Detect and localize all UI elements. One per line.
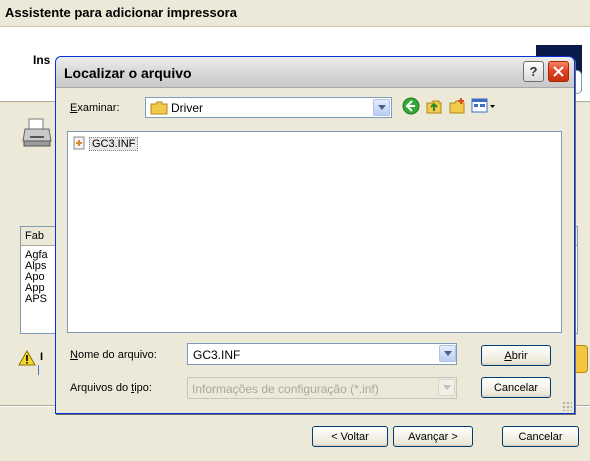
file-name: GC3.INF <box>89 137 139 151</box>
inf-file-icon <box>73 136 85 150</box>
resize-grip[interactable] <box>562 401 572 411</box>
dialog-cancel-button[interactable]: Cancelar <box>481 377 551 398</box>
next-button[interactable]: Avançar > <box>393 426 473 447</box>
printer-icon <box>22 118 52 147</box>
wizard-warning-text: I <box>40 351 44 363</box>
chevron-down-icon[interactable] <box>438 379 455 396</box>
filetype-label: Arquivos do tipo: <box>70 382 152 394</box>
view-menu-icon[interactable] <box>471 97 497 115</box>
locate-file-dialog: Localizar o arquivo ? Examinar: Driver G… <box>55 56 575 414</box>
filename-field[interactable]: GC3.INF <box>187 343 457 365</box>
look-in-combo[interactable]: Driver <box>145 97 392 118</box>
dialog-title: Localizar o arquivo <box>64 65 192 81</box>
filename-dropdown[interactable] <box>439 343 457 365</box>
manufacturer-header-label: Fab <box>25 230 44 242</box>
filetype-value: Informações de configuração (*.inf) <box>192 382 379 396</box>
new-folder-icon[interactable] <box>448 97 466 115</box>
filename-label-rest: ome do arquivo: <box>77 349 157 361</box>
close-icon <box>553 66 564 77</box>
back-arrow-icon[interactable] <box>402 97 420 115</box>
dialog-titlebar[interactable]: Localizar o arquivo ? <box>56 57 574 88</box>
warning-icon <box>18 350 36 366</box>
open-button[interactable]: Abrir <box>481 345 551 366</box>
back-button[interactable]: < Voltar <box>312 426 388 447</box>
wizard-title: Assistente para adicionar impressora <box>5 5 237 20</box>
filetype-combo[interactable]: Informações de configuração (*.inf) <box>187 377 457 399</box>
filetype-label-rest: ipo: <box>134 382 152 394</box>
help-button[interactable]: ? <box>523 61 544 82</box>
close-button[interactable] <box>548 61 569 82</box>
chevron-down-icon[interactable] <box>439 345 456 362</box>
wizard-cancel-button[interactable]: Cancelar <box>502 426 579 447</box>
look-in-label: Examinar: <box>70 102 120 114</box>
wizard-link-fragment <box>38 365 45 375</box>
up-folder-icon[interactable] <box>425 97 443 115</box>
file-list[interactable]: GC3.INF <box>67 131 562 333</box>
look-in-value: Driver <box>171 101 203 115</box>
wizard-heading: Ins <box>33 53 51 67</box>
filename-label: Nome do arquivo: <box>70 349 157 361</box>
open-label-rest: brir <box>511 350 528 362</box>
list-item[interactable]: APS <box>25 293 47 305</box>
filename-value: GC3.INF <box>193 348 241 362</box>
folder-icon <box>150 101 168 115</box>
chevron-down-icon[interactable] <box>373 99 390 116</box>
look-in-label-rest: xaminar: <box>77 102 120 114</box>
wizard-titlebar: Assistente para adicionar impressora <box>0 0 590 27</box>
